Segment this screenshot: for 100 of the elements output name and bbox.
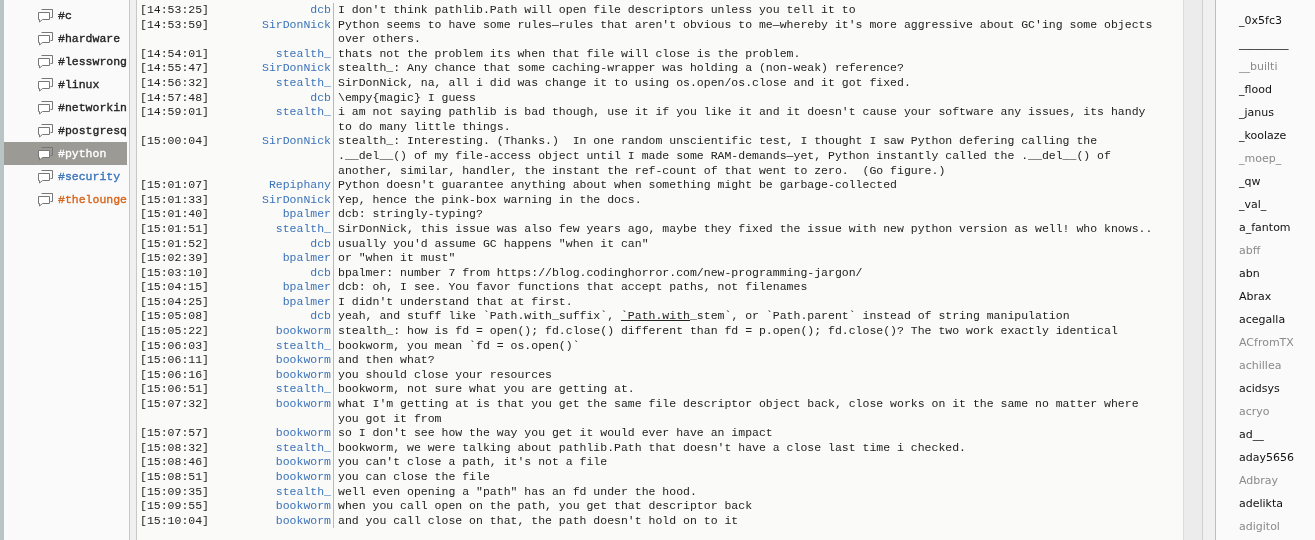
user-name[interactable]: _qw bbox=[1239, 170, 1315, 193]
timestamp: [15:08:51] bbox=[139, 470, 209, 485]
user-name[interactable]: _flood bbox=[1239, 78, 1315, 101]
message-text: dcb: oh, I see. You favor functions that accept paths, not filenames bbox=[337, 280, 809, 295]
channel-name: #thelounge bbox=[58, 193, 127, 206]
link[interactable]: `Path.with bbox=[620, 309, 690, 323]
user-name[interactable]: _0x5fc3 bbox=[1239, 9, 1315, 32]
message-text: bookworm, we were talking about pathlib.Path that doesn't have a close last time i checked. bbox=[337, 440, 967, 456]
user-name[interactable]: aday5656 bbox=[1239, 446, 1315, 469]
message-text: SirDonNick, na, all i did was change it to using os.open/os.close and it got fixed. bbox=[337, 75, 912, 91]
message-text: I don't think pathlib.Path will open file descriptors unless you tell it to bbox=[337, 3, 857, 18]
timestamp: [15:09:55] bbox=[139, 499, 209, 514]
nickname: stealth_ bbox=[209, 105, 334, 135]
message-text: stealth_: Interesting. (Thanks.) In one random unscientific test, I thought I saw Python defering calling the .__del__() of my file-access object until I made some RAM-demands—yet, Python instantly called the .__del__() of another, similar, handler, the instant the ref-count of that went to zero. (Go figure.) bbox=[337, 134, 1112, 179]
nickname: stealth_ bbox=[209, 221, 334, 237]
nickname: bookworm bbox=[209, 426, 334, 441]
user-name[interactable]: Abrax bbox=[1239, 285, 1315, 308]
nickname: bookworm bbox=[209, 367, 334, 383]
timestamp: [14:53:59] bbox=[139, 17, 209, 33]
nickname: SirDonNick bbox=[209, 17, 334, 47]
user-name[interactable]: a_fantom bbox=[1239, 216, 1315, 239]
nickname: bookworm bbox=[209, 324, 334, 339]
timestamp: [15:06:16] bbox=[139, 367, 209, 383]
user-name[interactable]: achillea bbox=[1239, 354, 1315, 377]
chat-bubbles-icon bbox=[37, 169, 54, 184]
channel-name: #postgresq bbox=[58, 124, 127, 137]
message-text: I didn't understand that at first. bbox=[337, 294, 574, 310]
channel-item[interactable]: #security bbox=[4, 165, 127, 188]
message-text: you can't close a path, it's not a file bbox=[337, 455, 609, 470]
user-name[interactable]: _val_ bbox=[1239, 193, 1315, 216]
channel-item[interactable]: #thelounge bbox=[4, 188, 127, 211]
timestamp: [15:08:46] bbox=[139, 455, 209, 470]
nickname: stealth_ bbox=[209, 338, 334, 354]
nickname: bookworm bbox=[209, 499, 334, 514]
message-text: thats not the problem its when that file will close is the problem. bbox=[337, 46, 802, 62]
nickname: SirDonNick bbox=[209, 192, 334, 208]
nickname: SirDonNick bbox=[209, 134, 334, 179]
nickname: dcb bbox=[209, 309, 334, 325]
channel-name: #security bbox=[58, 170, 121, 183]
message-text: you can close the file bbox=[337, 470, 491, 485]
timestamp: [15:04:25] bbox=[139, 294, 209, 310]
timestamp: [15:01:52] bbox=[139, 236, 209, 252]
user-name[interactable]: acidsys bbox=[1239, 377, 1315, 400]
nickname: bpalmer bbox=[209, 207, 334, 222]
channel-item[interactable]: #lesswrong bbox=[4, 50, 127, 73]
chat-bubbles-icon bbox=[37, 123, 54, 138]
channel-item[interactable]: #hardware bbox=[4, 27, 127, 50]
user-name[interactable]: adelikta bbox=[1239, 492, 1315, 515]
timestamp: [14:57:48] bbox=[139, 90, 209, 106]
timestamp: [15:01:33] bbox=[139, 192, 209, 208]
user-name[interactable]: adigitol bbox=[1239, 515, 1315, 538]
scrollbar[interactable] bbox=[1183, 0, 1203, 540]
timestamp: [15:02:39] bbox=[139, 251, 209, 266]
chat-bubbles-icon bbox=[37, 54, 54, 69]
user-name[interactable]: ad__ bbox=[1239, 423, 1315, 446]
message-text: Python doesn't guarantee anything about when something might be garbage-collected bbox=[337, 178, 898, 193]
timestamp: [15:04:15] bbox=[139, 280, 209, 295]
nickname: stealth_ bbox=[209, 382, 334, 398]
user-name[interactable]: _janus bbox=[1239, 101, 1315, 124]
nickname: dcb bbox=[209, 265, 334, 281]
channel-name: #linux bbox=[58, 78, 100, 91]
message-text: so I don't see how the way you get it would ever have an impact bbox=[337, 426, 774, 441]
message-text: stealth_: Any chance that some caching-wrapper was holding a (non-weak) reference? bbox=[337, 61, 905, 76]
message-text: when you call open on the path, you get that descriptor back bbox=[337, 499, 754, 514]
nickname: bookworm bbox=[209, 513, 334, 529]
nickname: stealth_ bbox=[209, 484, 334, 500]
channel-item[interactable]: #linux bbox=[4, 73, 127, 96]
user-name[interactable]: _koolaze bbox=[1239, 124, 1315, 147]
message-text: you should close your resources bbox=[337, 367, 553, 383]
channel-item[interactable]: #c bbox=[4, 4, 127, 27]
user-name[interactable]: abn bbox=[1239, 262, 1315, 285]
nickname: bpalmer bbox=[209, 294, 334, 310]
timestamp: [15:08:32] bbox=[139, 440, 209, 456]
timestamp: [15:10:04] bbox=[139, 513, 209, 529]
user-name[interactable]: _________ bbox=[1239, 32, 1315, 55]
channel-item[interactable]: #networkin bbox=[4, 96, 127, 119]
nickname: bookworm bbox=[209, 353, 334, 368]
channel-item[interactable]: #postgresq bbox=[4, 119, 127, 142]
message-text: \empy{magic} I guess bbox=[337, 90, 478, 106]
channel-name: #networkin bbox=[58, 101, 127, 114]
nickname: bpalmer bbox=[209, 251, 334, 266]
nickname: stealth_ bbox=[209, 75, 334, 91]
channel-name: #python bbox=[58, 147, 107, 160]
channel-name: #lesswrong bbox=[58, 55, 127, 68]
timestamp: [15:01:51] bbox=[139, 221, 209, 237]
nickname: stealth_ bbox=[209, 440, 334, 456]
nickname: dcb bbox=[209, 3, 334, 18]
user-name[interactable]: acegalla bbox=[1239, 308, 1315, 331]
chat-bubbles-icon bbox=[37, 192, 54, 207]
message-text: Python seems to have some rules—rules that aren't obvious to me—whereby it's more aggressive about GC'ing some objects over others. bbox=[337, 17, 1154, 47]
message-text: and you call close on that, the path doesn't hold on to it bbox=[337, 513, 740, 529]
message-text: Yep, hence the pink-box warning in the docs. bbox=[337, 192, 643, 208]
timestamp: [15:09:35] bbox=[139, 484, 209, 500]
timestamp: [14:53:25] bbox=[139, 3, 209, 18]
nickname: bpalmer bbox=[209, 280, 334, 295]
message-text: bookworm, you mean `fd = os.open()` bbox=[337, 338, 581, 354]
message-text: and then what? bbox=[337, 353, 436, 368]
channel-name: #hardware bbox=[58, 32, 121, 45]
timestamp: [15:06:03] bbox=[139, 338, 209, 354]
timestamp: [15:00:04] bbox=[139, 134, 209, 150]
